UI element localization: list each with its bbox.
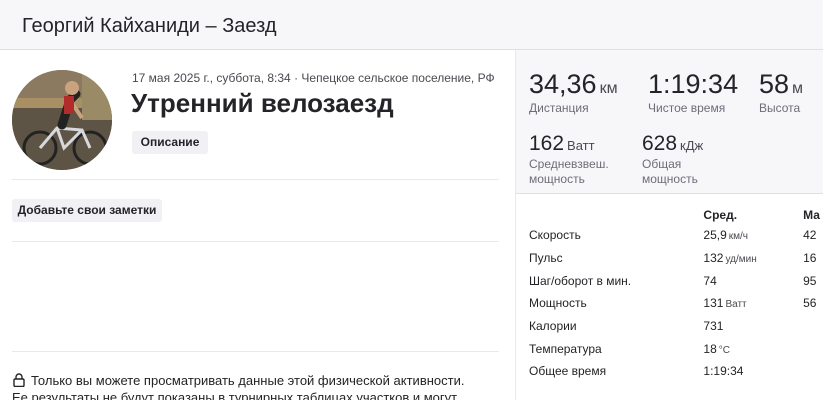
add-notes-button[interactable]: Добавьте свои заметки — [12, 199, 162, 222]
divider — [12, 241, 499, 242]
metric-avg-value: 1:19:34 — [703, 364, 744, 379]
metric-avg-value: 18 — [703, 341, 717, 356]
total-work-label-2: мощность — [642, 172, 698, 186]
metric-max: 56 — [803, 292, 823, 316]
stat-distance: 34,36 км Дистанция — [529, 69, 618, 115]
elevation-label: Высота — [759, 101, 801, 115]
stat-elevation: 58 м Высота — [759, 69, 803, 115]
table-row: Калории 731 — [529, 314, 823, 338]
activity-meta: 17 мая 2025 г., суббота, 8:34 · Чепецкое… — [132, 71, 495, 85]
metric-avg: 1:19:34 — [703, 360, 804, 384]
metric-max: 16 — [803, 246, 823, 270]
metric-name: Мощность — [529, 292, 704, 316]
metric-name: Температура — [529, 337, 704, 361]
weighted-power-label-1: Средневзвеш. — [529, 157, 609, 171]
metric-max: 42 — [803, 224, 823, 248]
total-work-unit: кДж — [680, 138, 704, 153]
metric-avg-unit: км/ч — [728, 231, 749, 243]
distance-label: Дистанция — [529, 101, 589, 115]
distance-unit: км — [599, 80, 618, 97]
table-row: Шаг/оборот в мин. 74 95 — [529, 269, 823, 293]
table-row: Пульс 132 уд/мин 16 — [529, 246, 823, 270]
metric-avg-unit: °C — [718, 344, 731, 356]
page-title: Георгий Кайханиди – Заезд — [22, 15, 277, 37]
table-row: Мощность 131 Ватт 56 — [529, 292, 823, 316]
divider — [12, 351, 499, 352]
total-work-value: 628 — [642, 132, 678, 155]
privacy-text-line1: Только вы можете просматривать данные эт… — [31, 373, 465, 388]
table-row: Скорость 25,9 км/ч 42 — [529, 224, 823, 248]
metric-name: Скорость — [529, 224, 704, 248]
metric-avg-value: 132 — [703, 251, 724, 266]
details-table: Сред. Ма Скорость 25,9 км/ч 42 Пульс 132 уд/ми… — [529, 206, 823, 384]
metric-name: Пульс — [529, 246, 704, 270]
distance-value: 34,36 — [529, 69, 597, 99]
table-row: Общее время 1:19:34 — [529, 360, 823, 384]
metric-avg-unit: Ватт — [725, 299, 747, 311]
metric-avg: 731 — [703, 314, 804, 338]
privacy-text-line2: Ее результаты не будут показаны в турнир… — [12, 390, 458, 400]
metric-max — [803, 337, 823, 361]
moving-time-value: 1:19:34 — [648, 69, 739, 99]
privacy-notice: Только вы можете просматривать данные эт… — [12, 372, 504, 400]
metric-avg: 25,9 км/ч — [703, 224, 804, 248]
metric-avg: 74 — [703, 269, 804, 293]
metric-name: Общее время — [529, 360, 704, 384]
metric-avg-value: 74 — [703, 273, 717, 288]
metric-avg-value: 131 — [703, 296, 724, 311]
table-row: Температура 18 °C — [529, 337, 823, 361]
elevation-value: 58 — [759, 69, 790, 99]
moving-time-label: Чистое время — [648, 101, 726, 115]
metric-name: Калории — [529, 314, 704, 338]
metric-avg-unit: уд/мин — [725, 254, 757, 266]
stat-weighted-power: 162 Ватт Средневзвеш. мощность — [529, 132, 609, 186]
divider — [12, 179, 499, 180]
elevation-unit: м — [792, 80, 804, 97]
weighted-power-unit: Ватт — [567, 138, 595, 153]
description-button[interactable]: Описание — [132, 131, 208, 154]
weighted-power-value: 162 — [529, 132, 565, 155]
avatar[interactable] — [12, 70, 112, 170]
stats-panel: 34,36 км Дистанция 1:19:34 Чистое время 5… — [516, 50, 823, 400]
page-header: Георгий Кайханиди – Заезд — [0, 0, 823, 50]
metric-avg: 132 уд/мин — [703, 246, 804, 270]
metric-avg: 131 Ватт — [703, 292, 804, 316]
stat-moving-time: 1:19:34 Чистое время — [648, 69, 738, 115]
metric-name: Шаг/оборот в мин. — [529, 269, 704, 293]
metric-max: 95 — [803, 269, 823, 293]
lock-icon — [12, 373, 26, 388]
summary-stats: 34,36 км Дистанция 1:19:34 Чистое время 5… — [516, 50, 823, 194]
activity-panel: 17 мая 2025 г., суббота, 8:34 · Чепецкое… — [0, 50, 515, 400]
details-header-max: Ма — [803, 208, 820, 222]
weighted-power-label-2: мощность — [529, 172, 585, 186]
metric-max — [803, 314, 823, 338]
metric-avg-value: 731 — [703, 319, 724, 334]
details-header-name — [529, 206, 703, 224]
details-header-avg: Сред. — [703, 208, 738, 222]
metric-max — [803, 360, 823, 384]
athlete-photo-icon — [12, 70, 112, 170]
stat-total-work: 628 кДж Общая мощность — [642, 132, 703, 186]
metric-avg: 18 °C — [703, 337, 804, 361]
details-header-row: Сред. Ма — [529, 206, 823, 224]
total-work-label-1: Общая — [642, 157, 682, 171]
metric-avg-value: 25,9 — [703, 228, 727, 243]
activity-title: Утренний велозаезд — [131, 88, 394, 118]
